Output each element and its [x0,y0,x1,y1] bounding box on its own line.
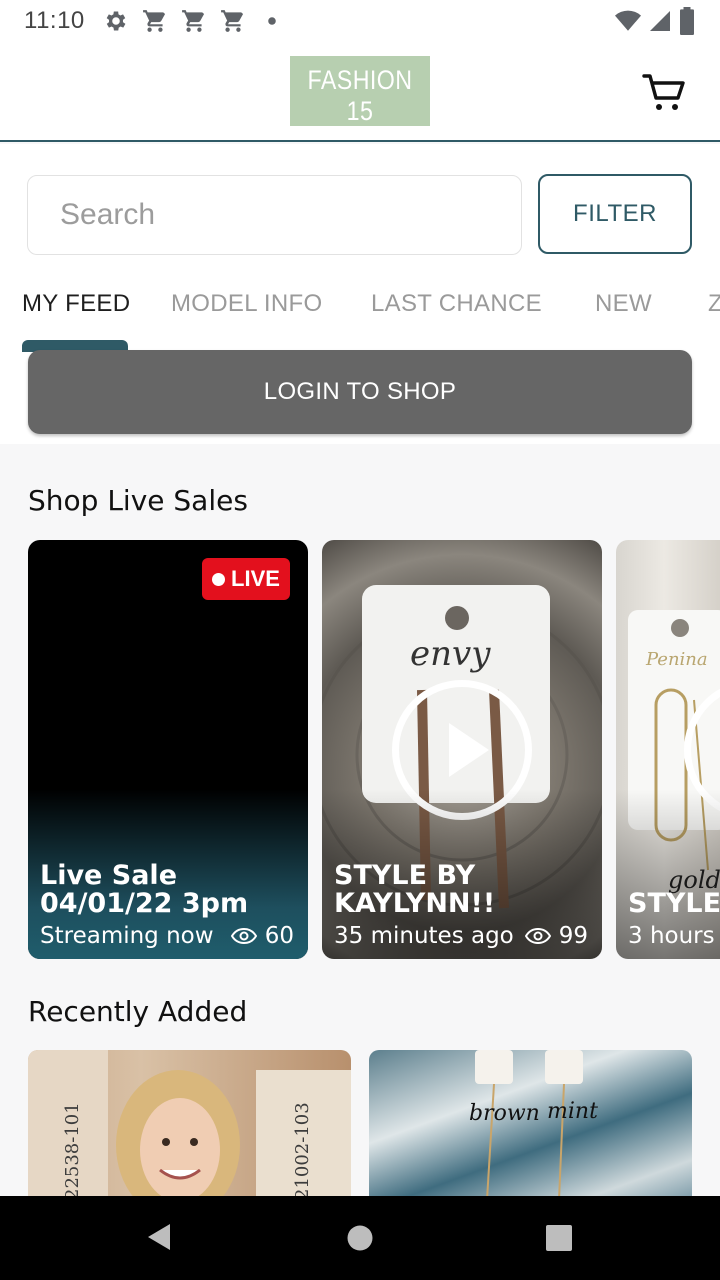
view-count-value: 60 [264,923,294,949]
view-count: 99 [524,923,588,949]
live-badge-label: LIVE [231,566,280,591]
tab-z[interactable]: Z [708,290,720,318]
gear-icon [106,11,126,31]
box-label: 21002-103 [292,1102,313,1200]
search-section: Search FILTER MY FEED MODEL INFO LAST CH… [0,144,720,444]
live-badge: LIVE [202,558,290,600]
card-title: Live Sale 04/01/22 3pm [40,860,249,919]
video-card[interactable]: Penina gold STYLE B 3 hours a [616,540,720,959]
app-header: FASHION 15 and trends [0,42,720,144]
live-sale-card[interactable]: LIVE Live Sale 04/01/22 3pm Streaming no… [28,540,308,959]
dot-icon [267,17,276,25]
product-thumbnail[interactable]: 22538-101 21002-103 [28,1050,351,1200]
tab-last-chance[interactable]: LAST CHANCE [371,290,542,318]
cart-icon [181,10,204,32]
system-nav-bar [0,1196,720,1280]
eye-icon [230,927,257,945]
login-to-shop-button[interactable]: LOGIN TO SHOP [28,350,692,434]
battery-icon [680,7,694,35]
color-label: brown [469,1101,540,1126]
box-label: 22538-101 [62,1102,83,1200]
color-label: mint [547,1099,598,1124]
search-input[interactable]: Search [27,175,522,255]
svg-text:envy: envy [410,634,491,674]
logo-title: FASHION 15 [307,65,413,126]
earring-pair-photo: brown mint [469,1050,598,1200]
cart-icon [142,10,165,32]
screen: 11:10 FASHION 15 and trends Search FILTE… [0,0,720,1280]
logo-subtitle: and trends [290,129,430,144]
model-photo: 22538-101 21002-103 [28,1050,351,1200]
card-title: STYLE BY KAYLYNN!! [334,860,496,919]
tab-new[interactable]: NEW [595,290,652,318]
recents-icon[interactable] [545,1224,573,1252]
tab-model-info[interactable]: MODEL INFO [171,290,322,318]
brand-logo[interactable]: FASHION 15 and trends [290,56,430,144]
wifi-icon [615,10,641,31]
cart-icon[interactable] [640,68,688,116]
eye-icon [524,927,551,945]
product-thumbnail[interactable]: brown mint [369,1050,692,1200]
cart-icon [220,10,243,32]
back-icon[interactable] [146,1222,172,1252]
live-dot-icon [212,572,226,586]
status-bar: 11:10 [0,0,720,42]
video-card[interactable]: envy STYLE BY KAYLYNN!! 35 minutes ago 9… [322,540,602,959]
recently-added-heading: Recently Added [28,995,248,1028]
tab-my-feed[interactable]: MY FEED [22,290,130,318]
category-tabs: MY FEED MODEL INFO LAST CHANCE NEW Z [0,284,720,344]
home-icon[interactable] [346,1224,374,1252]
card-title: STYLE B [628,888,720,919]
status-time: 11:10 [24,7,85,34]
view-count-value: 99 [558,923,588,949]
card-subtitle: 35 minutes ago [334,923,514,949]
card-subtitle: 3 hours a [628,923,720,949]
view-count: 60 [230,923,294,949]
card-subtitle: Streaming now [40,923,214,949]
filter-button[interactable]: FILTER [538,174,692,254]
signal-icon [650,11,670,31]
svg-text:Penina: Penina [645,649,708,670]
live-sales-heading: Shop Live Sales [28,484,248,517]
